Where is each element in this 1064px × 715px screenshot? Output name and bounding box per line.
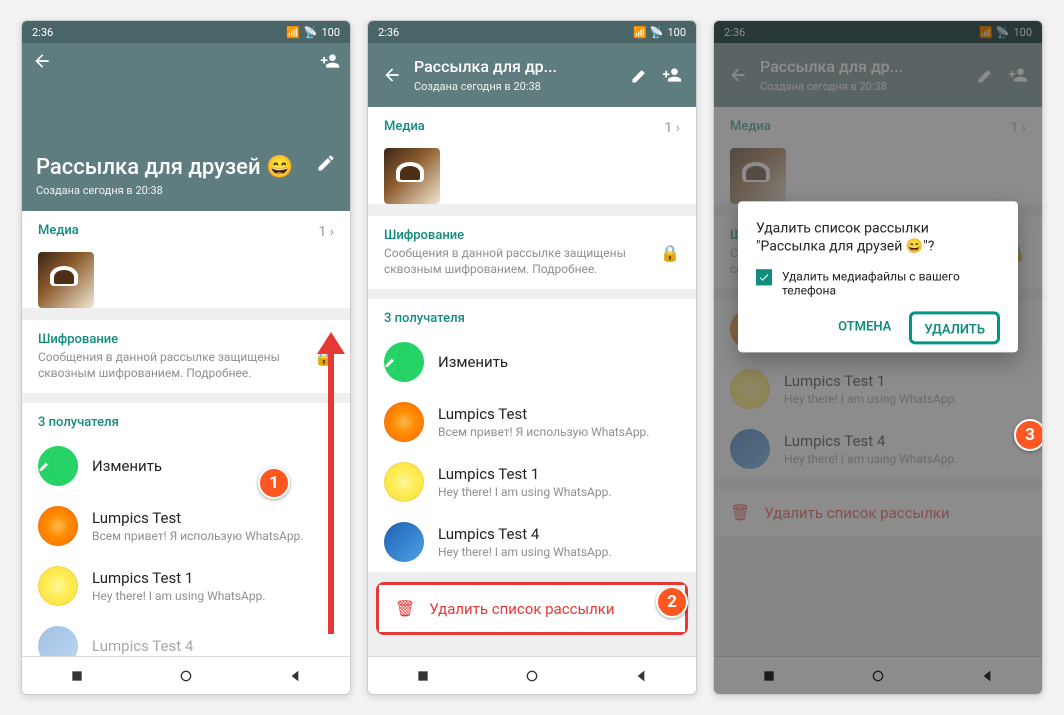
signal-icon: 📡 xyxy=(304,26,318,39)
contact-status: Hey there! I am using WhatsApp. xyxy=(438,485,680,499)
avatar xyxy=(38,506,78,546)
edit-icon xyxy=(38,446,78,486)
scroll-content[interactable]: Медиа 1 › Шифрование Сообщения в данной … xyxy=(22,211,350,656)
back-icon[interactable] xyxy=(32,51,52,71)
edit-label: Изменить xyxy=(438,353,680,371)
confirm-delete-dialog: Удалить список рассылки "Рассылка для др… xyxy=(738,201,1018,352)
scroll-content[interactable]: Медиа 1 › Шифрование Сообщения в данной … xyxy=(368,107,696,656)
nav-recent-icon[interactable] xyxy=(415,668,431,684)
contact-name: Lumpics Test 1 xyxy=(92,569,334,587)
contact-row[interactable]: Lumpics Test 1 Hey there! I am using Wha… xyxy=(22,556,350,616)
nav-back-icon[interactable] xyxy=(287,668,303,684)
recipients-header: 3 получателя xyxy=(22,403,350,436)
contact-status: Всем привет! Я использую WhatsApp. xyxy=(438,425,680,439)
edit-recipients-row[interactable]: Изменить xyxy=(22,436,350,496)
encryption-text: Сообщения в данной рассылке защищены скв… xyxy=(384,245,680,277)
status-time: 2:36 xyxy=(378,26,399,39)
scroll-up-arrow-annotation xyxy=(317,332,345,634)
android-navbar xyxy=(368,656,696,694)
media-label: Медиа xyxy=(384,119,425,134)
encryption-title: Шифрование xyxy=(38,332,334,347)
phone-screen-3: 2:36 📶 📡 100 Рассылка для др... Создана … xyxy=(713,20,1043,695)
android-navbar xyxy=(22,656,350,694)
edit-icon xyxy=(384,342,424,382)
wifi-icon: 📶 xyxy=(286,26,300,39)
avatar xyxy=(38,626,78,656)
edit-title-icon[interactable] xyxy=(316,153,336,173)
encryption-row[interactable]: Шифрование Сообщения в данной рассылке з… xyxy=(368,216,696,289)
contact-row[interactable]: Lumpics Test Всем привет! Я использую Wh… xyxy=(22,496,350,556)
edit-recipients-row[interactable]: Изменить xyxy=(368,332,696,392)
encryption-text: Сообщения в данной рассылке защищены скв… xyxy=(38,349,334,381)
step-badge-3: 3 xyxy=(1014,419,1043,451)
created-label: Создана сегодня в 20:38 xyxy=(36,184,336,197)
delete-highlight: 🗑 Удалить список рассылки xyxy=(376,582,688,635)
trash-icon: 🗑 xyxy=(395,599,415,618)
media-thumbnail[interactable] xyxy=(38,252,94,308)
delete-label: Удалить список рассылки xyxy=(429,600,614,618)
broadcast-title: Рассылка для др... xyxy=(414,57,618,76)
contact-name: Lumpics Test 1 xyxy=(438,465,680,483)
contact-name: Lumpics Test xyxy=(438,405,680,423)
recipients-header: 3 получателя xyxy=(368,299,696,332)
dialog-title: Удалить список рассылки "Рассылка для др… xyxy=(756,219,1000,255)
status-bar: 2:36 📶 📡 100 xyxy=(368,21,696,43)
avatar xyxy=(384,402,424,442)
phone-screen-1: 2:36 📶 📡 100 Рассылка для друзей 😄 Созда… xyxy=(21,20,351,695)
contact-status: Всем привет! Я использую WhatsApp. xyxy=(92,529,334,543)
nav-back-icon[interactable] xyxy=(633,668,649,684)
contact-name: Lumpics Test 4 xyxy=(92,637,334,655)
created-label: Создана сегодня в 20:38 xyxy=(414,80,618,93)
contact-status: Hey there! I am using WhatsApp. xyxy=(92,589,334,603)
status-icons: 📶 📡 100 xyxy=(633,26,686,39)
dialog-overlay[interactable] xyxy=(714,21,1042,694)
contact-row[interactable]: Lumpics Test 1 Hey there! I am using Wha… xyxy=(368,452,696,512)
avatar xyxy=(384,522,424,562)
battery-icon: 100 xyxy=(321,26,340,39)
avatar xyxy=(38,566,78,606)
media-label: Медиа xyxy=(38,223,79,238)
broadcast-header: Рассылка для друзей 😄 Создана сегодня в … xyxy=(22,43,350,211)
step-badge-2: 2 xyxy=(656,586,688,618)
edit-label: Изменить xyxy=(92,457,334,475)
contact-name: Lumpics Test 4 xyxy=(438,525,680,543)
encryption-row[interactable]: Шифрование Сообщения в данной рассылке з… xyxy=(22,320,350,393)
delete-confirm-button[interactable]: Удалить xyxy=(914,314,995,345)
step-badge-1: 1 xyxy=(258,467,290,499)
contact-row[interactable]: Lumpics Test Всем привет! Я использую Wh… xyxy=(368,392,696,452)
media-thumbnail[interactable] xyxy=(384,148,440,204)
avatar xyxy=(384,462,424,502)
dialog-checkbox-row[interactable]: Удалить медиафайлы с вашего телефона xyxy=(756,269,1000,297)
lock-icon: 🔒 xyxy=(660,243,680,262)
delete-button-highlight: Удалить xyxy=(909,311,1000,344)
broadcast-title: Рассылка для друзей 😄 xyxy=(36,155,336,180)
contact-status: Hey there! I am using WhatsApp. xyxy=(438,545,680,559)
phone-screen-2: 2:36 📶 📡 100 Рассылка для др... Создана … xyxy=(367,20,697,695)
status-icons: 📶 📡 100 xyxy=(286,26,340,39)
cancel-button[interactable]: Отмена xyxy=(828,311,901,344)
status-time: 2:36 xyxy=(32,26,53,39)
status-bar: 2:36 📶 📡 100 xyxy=(22,21,350,43)
nav-home-icon[interactable] xyxy=(524,668,540,684)
checkbox-icon[interactable] xyxy=(756,269,772,285)
contact-name: Lumpics Test xyxy=(92,509,334,527)
media-count: 1 › xyxy=(318,224,334,240)
encryption-title: Шифрование xyxy=(384,228,680,243)
contact-row[interactable]: Lumpics Test 4 xyxy=(22,616,350,656)
edit-title-icon[interactable] xyxy=(630,65,650,85)
add-person-icon[interactable] xyxy=(320,51,340,71)
media-row[interactable]: Медиа 1 › xyxy=(368,107,696,148)
delete-broadcast-row[interactable]: 🗑 Удалить список рассылки xyxy=(379,585,685,632)
nav-home-icon[interactable] xyxy=(178,668,194,684)
broadcast-header: Рассылка для др... Создана сегодня в 20:… xyxy=(368,43,696,107)
checkbox-label: Удалить медиафайлы с вашего телефона xyxy=(782,269,1000,297)
contact-row[interactable]: Lumpics Test 4 Hey there! I am using Wha… xyxy=(368,512,696,572)
nav-recent-icon[interactable] xyxy=(69,668,85,684)
add-person-icon[interactable] xyxy=(662,65,682,85)
media-count: 1 › xyxy=(664,120,680,136)
media-row[interactable]: Медиа 1 › xyxy=(22,211,350,252)
back-icon[interactable] xyxy=(382,65,402,85)
